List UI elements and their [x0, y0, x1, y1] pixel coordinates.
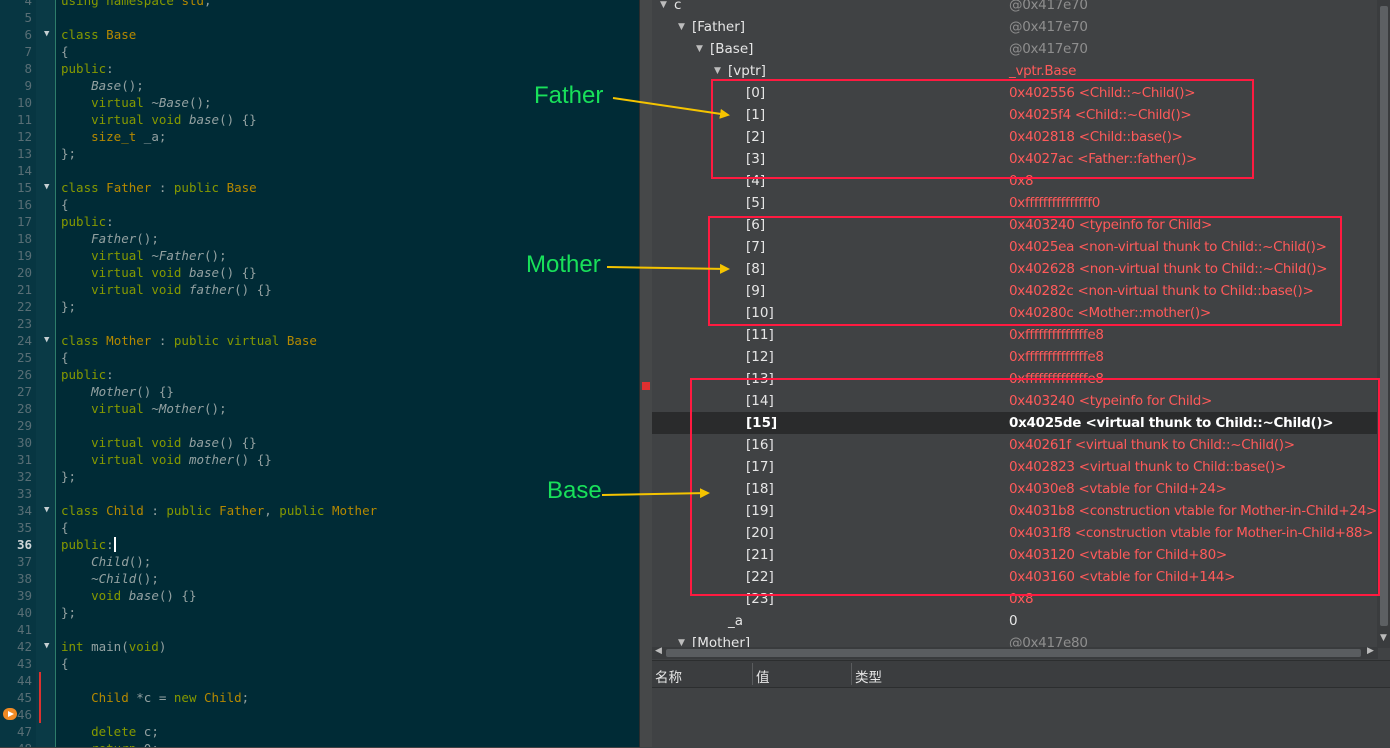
annotation-arrows: [601, 97, 730, 499]
base-arrow: [601, 488, 710, 499]
father-arrow: [612, 97, 730, 119]
mother-arrow: [606, 263, 730, 274]
